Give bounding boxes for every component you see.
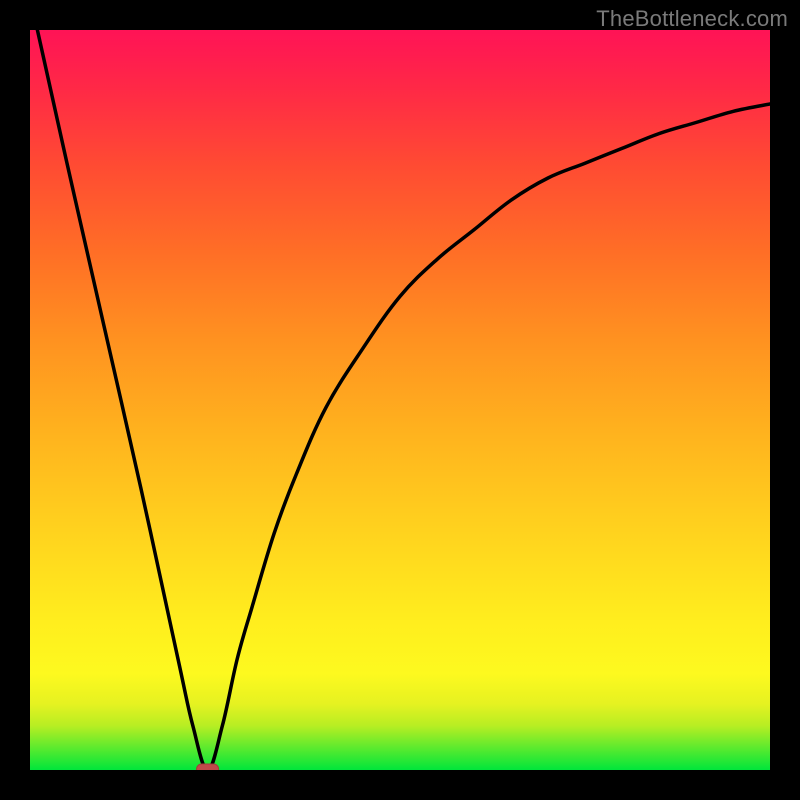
bottleneck-curve [30, 30, 770, 770]
watermark-text: TheBottleneck.com [596, 6, 788, 32]
chart-frame: TheBottleneck.com [0, 0, 800, 800]
plot-area [30, 30, 770, 770]
min-point-marker [197, 764, 219, 770]
